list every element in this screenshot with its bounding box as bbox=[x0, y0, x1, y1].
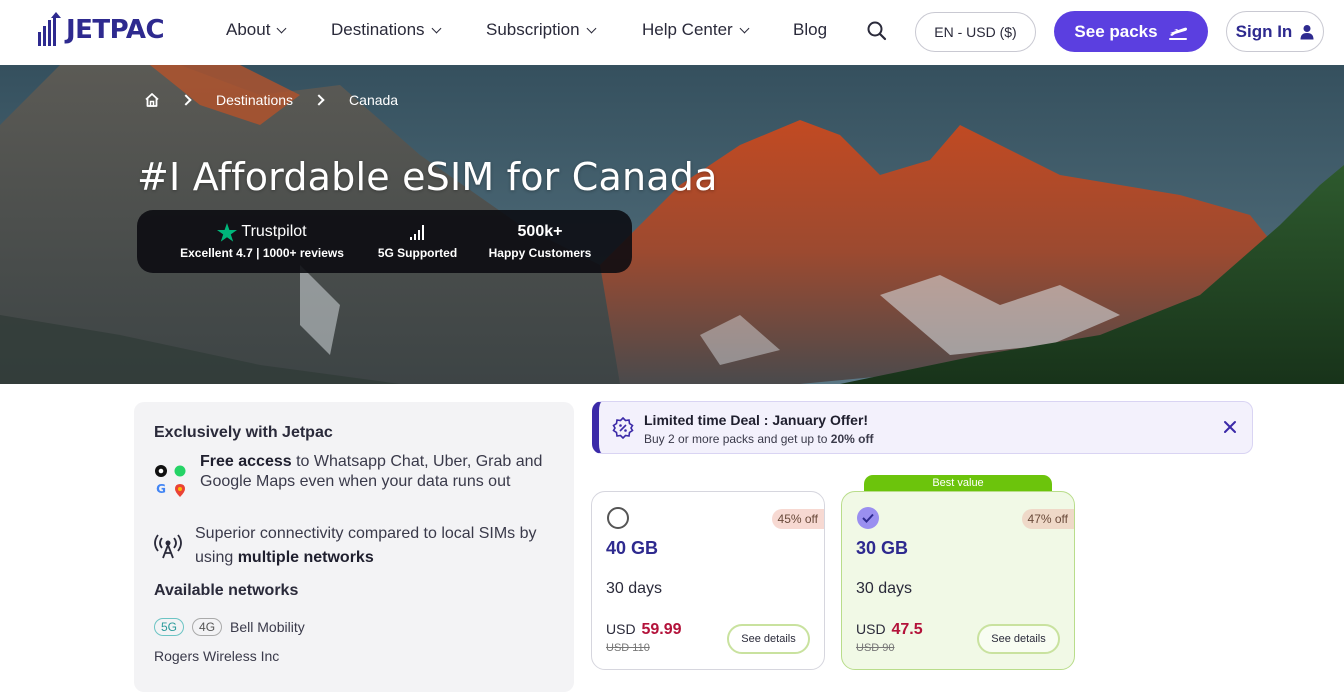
trustpilot-brand: Trustpilot bbox=[176, 220, 348, 244]
plan-price: USD 59.99 bbox=[606, 621, 682, 639]
network-name: Bell Mobility bbox=[230, 619, 305, 635]
nav-subscription-label: Subscription bbox=[486, 20, 580, 39]
network-tag-5g: 5G bbox=[154, 618, 185, 636]
plan-data: 40 GB bbox=[606, 538, 659, 558]
app-icons-cluster: G bbox=[155, 465, 186, 497]
discount-badge: 47% off bbox=[1021, 509, 1074, 529]
deal-subtitle: Buy 2 or more packs and get up to 20% of… bbox=[644, 432, 873, 446]
trustpilot-star-icon bbox=[217, 222, 238, 242]
chevron-right-icon bbox=[180, 94, 192, 106]
nav-destinations-label: Destinations bbox=[331, 20, 425, 39]
free-access-text: Free access to Whatsapp Chat, Uber, Grab… bbox=[200, 452, 550, 498]
check-icon bbox=[862, 513, 874, 523]
price-currency: USD bbox=[606, 621, 636, 637]
plan-card[interactable]: 45% off 40 GB 30 days USD 59.99 USD 110 … bbox=[591, 491, 825, 670]
customers-label: Happy Customers bbox=[488, 246, 592, 260]
chevron-down-icon bbox=[739, 23, 750, 33]
plan-radio[interactable] bbox=[607, 507, 629, 529]
search-icon bbox=[867, 21, 887, 41]
connectivity-row: Superior connectivity compared to local … bbox=[154, 522, 555, 570]
network-stat: 5G Supported bbox=[373, 220, 462, 260]
customers-stat: 500k+ Happy Customers bbox=[486, 220, 594, 260]
plan-price: USD 47.5 bbox=[856, 621, 923, 639]
plan-duration: 30 days bbox=[856, 580, 913, 597]
nav-blog-label: Blog bbox=[793, 20, 828, 39]
discount-badge-icon bbox=[612, 417, 634, 439]
nav-help-center[interactable]: Help Center bbox=[642, 20, 750, 40]
language-currency-button[interactable]: EN - USD ($) bbox=[915, 12, 1036, 52]
deal-discount: 20% off bbox=[830, 432, 874, 446]
see-packs-label: See packs bbox=[1074, 21, 1158, 41]
network-row: 5G 4G Bell Mobility bbox=[154, 618, 305, 636]
nav-blog[interactable]: Blog bbox=[793, 20, 827, 40]
plane-icon bbox=[1168, 27, 1187, 40]
connectivity-text: Superior connectivity compared to local … bbox=[195, 522, 555, 570]
chevron-down-icon bbox=[431, 23, 442, 33]
hero-banner: Destinations Canada #I Affordable eSIM f… bbox=[0, 65, 1344, 384]
close-icon[interactable] bbox=[1222, 419, 1238, 435]
signal-bars-icon bbox=[409, 225, 424, 240]
network-tag-4g: 4G bbox=[192, 618, 223, 636]
nav-subscription[interactable]: Subscription bbox=[486, 20, 597, 40]
svg-text:G: G bbox=[156, 482, 166, 496]
deal-title: Limited time Deal : January Offer! bbox=[644, 412, 869, 428]
chevron-down-icon bbox=[586, 23, 597, 33]
network-name: Rogers Wireless Inc bbox=[154, 648, 280, 664]
sign-in-button[interactable]: Sign In bbox=[1226, 11, 1324, 52]
chevron-down-icon bbox=[276, 23, 287, 33]
trustpilot-label: Trustpilot bbox=[241, 223, 307, 240]
search-button[interactable] bbox=[866, 20, 890, 44]
plan-duration: 30 days bbox=[606, 580, 663, 597]
logo-icon bbox=[38, 12, 61, 46]
breadcrumb: Destinations Canada bbox=[144, 92, 398, 108]
discount-badge: 45% off bbox=[771, 509, 824, 529]
connectivity-bold: multiple networks bbox=[237, 549, 374, 566]
trustpilot-rating: Excellent 4.7 | 1000+ reviews bbox=[180, 246, 344, 260]
nav-about-label: About bbox=[226, 20, 271, 39]
network-row: Rogers Wireless Inc bbox=[154, 648, 279, 664]
deal-subtitle-text: Buy 2 or more packs and get up to bbox=[644, 432, 831, 446]
free-access-row: G Free access to Whatsapp Chat, Uber, Gr… bbox=[154, 452, 550, 498]
old-price: USD 110 bbox=[606, 642, 650, 654]
see-details-button[interactable]: See details bbox=[977, 624, 1060, 654]
customers-value: 500k+ bbox=[517, 223, 563, 240]
chevron-right-icon bbox=[313, 94, 325, 106]
network-graphic bbox=[373, 220, 462, 244]
price-currency: USD bbox=[856, 621, 886, 637]
nav-help-center-label: Help Center bbox=[642, 20, 733, 39]
network-label: 5G Supported bbox=[377, 246, 458, 260]
sign-in-label: Sign In bbox=[1235, 21, 1293, 41]
site-header: JETPAC About Destinations Subscription H… bbox=[0, 0, 1344, 65]
see-details-button[interactable]: See details bbox=[727, 624, 810, 654]
breadcrumb-destinations[interactable]: Destinations bbox=[216, 92, 293, 108]
price-value: 47.5 bbox=[891, 621, 923, 638]
nav-about[interactable]: About bbox=[226, 20, 287, 40]
see-packs-button[interactable]: See packs bbox=[1054, 11, 1208, 52]
nav-destinations[interactable]: Destinations bbox=[331, 20, 442, 40]
networks-heading: Available networks bbox=[154, 582, 299, 599]
plan-data: 30 GB bbox=[856, 538, 909, 558]
exclusive-heading: Exclusively with Jetpac bbox=[154, 424, 333, 441]
user-icon bbox=[1300, 24, 1314, 39]
trust-stats-bar: Trustpilot Excellent 4.7 | 1000+ reviews… bbox=[137, 210, 632, 273]
plan-radio-selected[interactable] bbox=[857, 507, 879, 529]
page-title: #I Affordable eSIM for Canada bbox=[137, 155, 718, 199]
deal-banner: Limited time Deal : January Offer! Buy 2… bbox=[592, 401, 1253, 454]
logo-text: JETPAC bbox=[66, 15, 165, 45]
breadcrumb-canada: Canada bbox=[349, 92, 399, 108]
features-panel: Exclusively with Jetpac G Free access to… bbox=[134, 402, 574, 692]
plan-card[interactable]: 47% off 30 GB 30 days USD 47.5 USD 90 Se… bbox=[841, 491, 1075, 670]
antenna-signal-icon bbox=[154, 534, 182, 559]
price-value: 59.99 bbox=[641, 621, 682, 638]
home-icon[interactable] bbox=[144, 92, 160, 108]
old-price: USD 90 bbox=[856, 642, 895, 654]
trustpilot-stat[interactable]: Trustpilot Excellent 4.7 | 1000+ reviews bbox=[176, 220, 348, 260]
free-access-bold: Free access bbox=[200, 453, 292, 470]
jetpac-logo[interactable]: JETPAC bbox=[36, 12, 165, 48]
